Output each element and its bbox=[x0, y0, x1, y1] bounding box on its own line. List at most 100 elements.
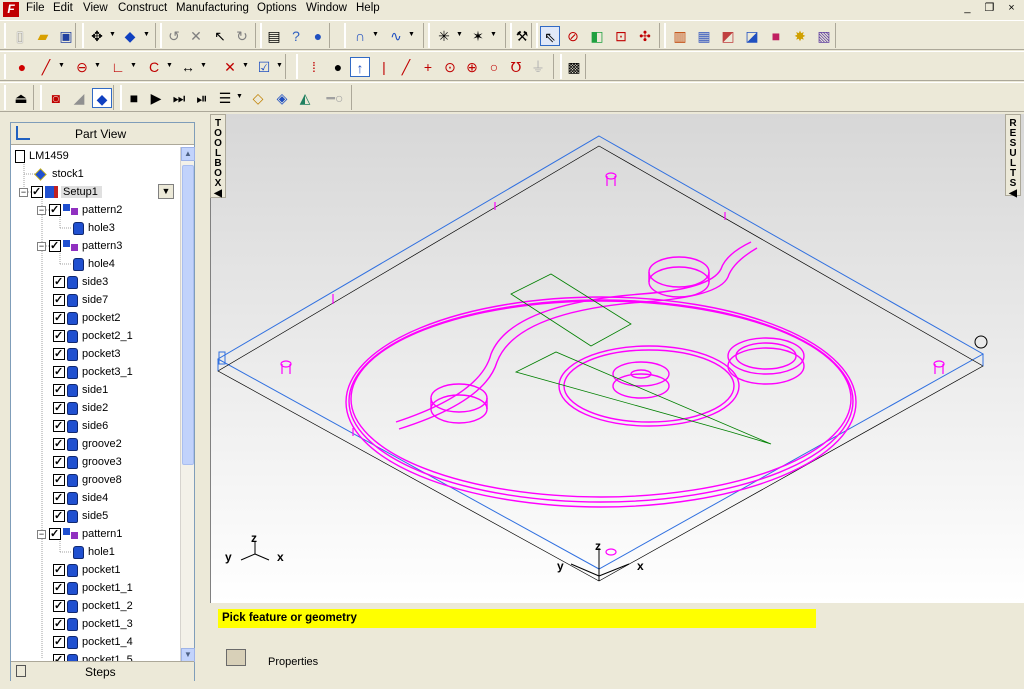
pick-feature-icon[interactable]: ⇖ bbox=[540, 26, 560, 46]
feature-block-icon[interactable]: ◩ bbox=[718, 26, 738, 46]
target-display-icon[interactable]: ◙ bbox=[46, 88, 66, 108]
visibility-checkbox[interactable] bbox=[53, 273, 65, 291]
arc-curve-icon[interactable]: ∩ bbox=[350, 26, 370, 46]
menu-window[interactable]: Window bbox=[306, 2, 347, 14]
chevron-down-icon[interactable]: ▼ bbox=[58, 62, 65, 69]
select-arrow-icon[interactable]: ↖ bbox=[210, 26, 230, 46]
chevron-down-icon[interactable]: ▼ bbox=[130, 62, 137, 69]
snap-point-icon[interactable]: ● bbox=[328, 57, 348, 77]
menu-edit[interactable]: Edit bbox=[53, 2, 73, 14]
stock-sim-icon[interactable]: ◈ bbox=[272, 88, 292, 108]
help-book-icon[interactable]: ? bbox=[286, 26, 306, 46]
arc-icon[interactable]: C bbox=[144, 57, 164, 77]
redo-link-icon[interactable]: ↻ bbox=[232, 26, 252, 46]
chevron-down-icon[interactable]: ▼ bbox=[94, 62, 101, 69]
chevron-down-icon[interactable]: ▼ bbox=[372, 31, 379, 38]
pick-geometry-icon[interactable]: ⊘ bbox=[563, 26, 583, 46]
tree-item-feature[interactable]: pocket2 bbox=[53, 309, 121, 327]
tree-item-feature[interactable]: pocket3_1 bbox=[53, 363, 133, 381]
feature-bars-icon[interactable]: ▥ bbox=[670, 26, 690, 46]
tree-item-feature[interactable]: pocket1_4 bbox=[53, 633, 133, 651]
snap-vertical-line-icon[interactable]: | bbox=[374, 57, 394, 77]
restore-button[interactable]: ❐ bbox=[981, 1, 998, 15]
visibility-checkbox[interactable] bbox=[53, 489, 65, 507]
tree-item-setup[interactable]: − Setup1 bbox=[19, 183, 102, 201]
visibility-checkbox[interactable] bbox=[53, 507, 65, 525]
visibility-checkbox[interactable] bbox=[49, 525, 61, 543]
chevron-down-icon[interactable]: ▼ bbox=[143, 31, 150, 38]
point-star-icon[interactable]: ✳ bbox=[434, 26, 454, 46]
chevron-down-icon[interactable]: ▼ bbox=[408, 31, 415, 38]
visibility-checkbox[interactable] bbox=[53, 435, 65, 453]
snap-vertical-icon[interactable]: ↑ bbox=[350, 57, 370, 77]
new-file-icon[interactable]: ▯ bbox=[10, 26, 30, 46]
tree-item-feature[interactable]: pocket1_3 bbox=[53, 615, 133, 633]
tree-scrollbar[interactable]: ▲ ▼ bbox=[180, 147, 195, 662]
pick-vertex-icon[interactable]: ✣ bbox=[635, 26, 655, 46]
tree-item-stock[interactable]: stock1 bbox=[34, 165, 84, 183]
stock-display-icon[interactable]: ◢ bbox=[69, 88, 89, 108]
setup-dropdown-button[interactable]: ▼ bbox=[158, 184, 174, 199]
step-forward-icon[interactable]: ⏯ bbox=[192, 88, 212, 108]
properties-label[interactable]: Properties bbox=[268, 656, 318, 668]
tree-item-feature[interactable]: hole4 bbox=[73, 255, 115, 273]
visibility-checkbox[interactable] bbox=[53, 309, 65, 327]
visibility-checkbox[interactable] bbox=[49, 201, 61, 219]
properties-icon[interactable] bbox=[226, 649, 246, 666]
tree-item-pattern[interactable]: − pattern2 bbox=[37, 201, 122, 219]
snap-cross-icon[interactable]: + bbox=[418, 57, 438, 77]
grid-snap-icon[interactable]: ⁞ bbox=[304, 57, 324, 77]
trim-icon[interactable]: ✕ bbox=[220, 57, 240, 77]
visibility-checkbox[interactable] bbox=[53, 471, 65, 489]
undo-icon[interactable]: ↺ bbox=[164, 26, 184, 46]
snap-tangent-icon[interactable]: ℧ bbox=[506, 57, 526, 77]
help-circle-icon[interactable]: ● bbox=[308, 26, 328, 46]
tree-item-feature[interactable]: hole1 bbox=[73, 543, 115, 561]
tree-item-feature[interactable]: groove3 bbox=[53, 453, 122, 471]
tree-item-feature[interactable]: side4 bbox=[53, 489, 108, 507]
open-folder-icon[interactable]: ▰ bbox=[33, 26, 53, 46]
eject-icon[interactable]: ⏏ bbox=[11, 88, 31, 108]
close-button[interactable]: × bbox=[1003, 1, 1020, 15]
save-icon[interactable]: ▣ bbox=[56, 26, 76, 46]
part-drawing[interactable]: z y x z y x bbox=[211, 114, 1024, 603]
tree-item-feature[interactable]: pocket1 bbox=[53, 561, 121, 579]
chevron-down-icon[interactable]: ▼ bbox=[276, 62, 283, 69]
tree-item-feature[interactable]: hole3 bbox=[73, 219, 115, 237]
line-icon[interactable]: ╱ bbox=[36, 57, 56, 77]
tree-item-feature[interactable]: pocket3 bbox=[53, 345, 121, 363]
intersect-icon[interactable]: ✶ bbox=[468, 26, 488, 46]
scroll-thumb[interactable] bbox=[182, 165, 194, 465]
visibility-checkbox[interactable] bbox=[53, 561, 65, 579]
delete-icon[interactable]: ✕ bbox=[186, 26, 206, 46]
minimize-button[interactable]: _ bbox=[959, 1, 976, 15]
tree-item-feature[interactable]: pocket1_2 bbox=[53, 597, 133, 615]
menu-construct[interactable]: Construct bbox=[118, 2, 167, 14]
chevron-down-icon[interactable]: ▼ bbox=[109, 31, 116, 38]
visibility-checkbox[interactable] bbox=[53, 417, 65, 435]
visibility-checkbox[interactable] bbox=[53, 597, 65, 615]
chevron-down-icon[interactable]: ▼ bbox=[166, 62, 173, 69]
tree-item-feature[interactable]: side7 bbox=[53, 291, 108, 309]
snap-quadrant-icon[interactable]: ⊕ bbox=[462, 57, 482, 77]
collapse-toggle[interactable]: − bbox=[37, 529, 46, 539]
visibility-checkbox[interactable] bbox=[53, 381, 65, 399]
shaded-view-icon[interactable]: ◆ bbox=[120, 26, 140, 46]
visibility-checkbox[interactable] bbox=[53, 615, 65, 633]
chevron-down-icon[interactable]: ▼ bbox=[236, 93, 243, 100]
snap-diagonal-icon[interactable]: ╱ bbox=[396, 57, 416, 77]
tree-item-document[interactable]: LM1459 bbox=[15, 147, 69, 165]
collapse-toggle[interactable]: − bbox=[19, 187, 28, 197]
toolbox-tab[interactable]: TOOLBOX ◀ bbox=[210, 114, 226, 199]
measure-icon[interactable]: ⚒ bbox=[512, 26, 532, 46]
tree-item-feature[interactable]: groove2 bbox=[53, 435, 122, 453]
tree-item-feature[interactable]: side3 bbox=[53, 273, 108, 291]
tree-item-feature[interactable]: pocket2_1 bbox=[53, 327, 133, 345]
steps-tab[interactable]: Steps bbox=[11, 661, 194, 681]
chevron-down-icon[interactable]: ▼ bbox=[200, 62, 207, 69]
tree-item-feature[interactable]: side1 bbox=[53, 381, 108, 399]
menu-options[interactable]: Options bbox=[257, 2, 297, 14]
pick-body-icon[interactable]: ⊡ bbox=[611, 26, 631, 46]
collapse-toggle[interactable]: − bbox=[37, 241, 46, 251]
scroll-down-button[interactable]: ▼ bbox=[181, 648, 195, 662]
